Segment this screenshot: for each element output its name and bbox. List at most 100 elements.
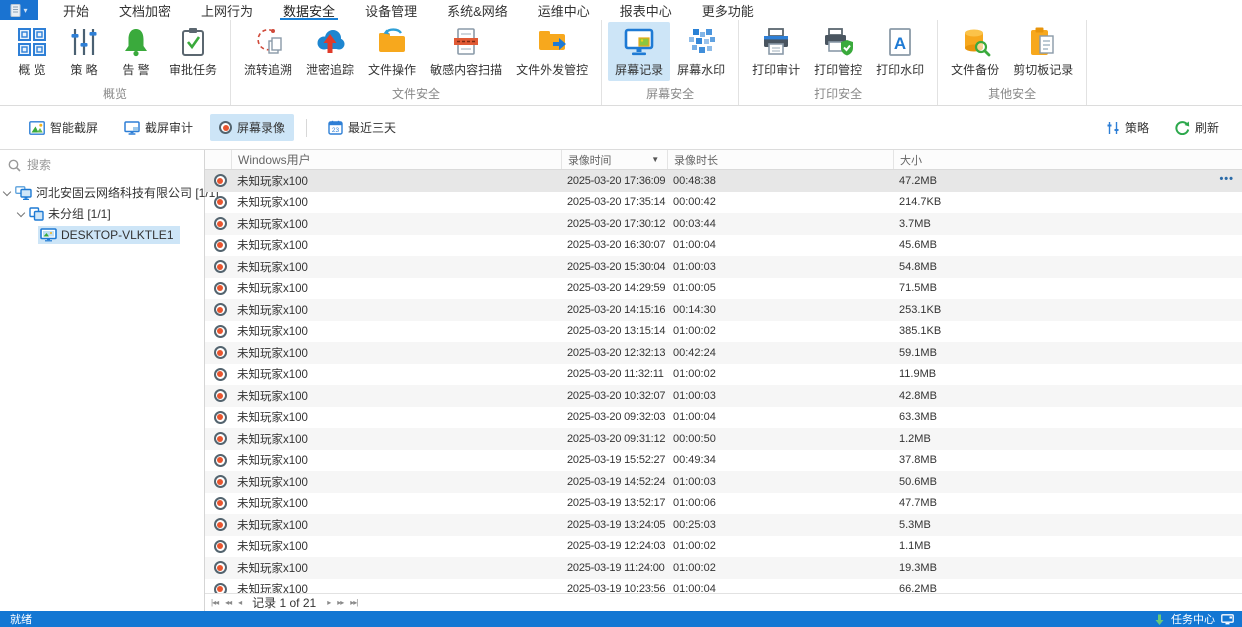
cell-size: 47.7MB: [899, 497, 937, 510]
monitor-record-icon: [624, 28, 654, 56]
table-row[interactable]: 未知玩家x100 2025-03-20 17:36:09 00:48:38 47.2M…: [205, 170, 1242, 192]
file-operation-button[interactable]: 文件操作: [361, 22, 423, 81]
record-icon: [205, 260, 231, 274]
refresh-button[interactable]: 刷新: [1166, 114, 1228, 141]
table-row[interactable]: 未知玩家x100 2025-03-19 12:24:03 01:00:02 1.1MB: [205, 536, 1242, 558]
sort-dropdown-icon[interactable]: ▼: [651, 155, 659, 164]
table-row[interactable]: 未知玩家x100 2025-03-19 15:52:27 00:49:34 37.8M…: [205, 450, 1242, 472]
tree-node-device[interactable]: DESKTOP-VLKTLE1: [0, 224, 204, 245]
taskbar-monitor-icon[interactable]: [1221, 613, 1234, 625]
cell-record-duration: 00:14:30: [673, 303, 716, 316]
cell-size: 71.5MB: [899, 282, 937, 295]
tab-5[interactable]: 系统&网络: [432, 0, 523, 20]
header-windows-user[interactable]: Windows用户: [231, 150, 561, 169]
ribbon-item-label: 告 警: [122, 63, 150, 77]
cell-windows-user: 未知玩家x100: [237, 498, 308, 511]
fast-next-button[interactable]: ▸▸: [337, 598, 344, 607]
file-backup-button[interactable]: 文件备份: [944, 22, 1006, 81]
tab-0[interactable]: 开始: [48, 0, 104, 20]
cell-windows-user: 未知玩家x100: [237, 304, 308, 317]
table-row[interactable]: 未知玩家x100 2025-03-20 15:30:04 01:00:03 54.8M…: [205, 256, 1242, 278]
policy-button[interactable]: 策 略: [58, 22, 110, 81]
cell-record-duration: 01:00:03: [673, 475, 716, 488]
approval-tasks-button[interactable]: 审批任务: [162, 22, 224, 81]
chevron-down-icon[interactable]: [16, 208, 26, 217]
cell-record-time: 2025-03-19 13:24:05: [567, 518, 666, 531]
status-bar: 就绪 任务中心: [0, 611, 1242, 627]
record-icon: [205, 453, 231, 467]
tree-node-label: 未分组 [1/1]: [48, 207, 111, 221]
tab-4[interactable]: 设备管理: [350, 0, 432, 20]
search-box[interactable]: [0, 150, 204, 178]
ribbon-group-other-security: 文件备份 剪切板记录 其他安全: [938, 20, 1088, 105]
table-row[interactable]: 未知玩家x100 2025-03-19 11:24:00 01:00:02 19.3M…: [205, 557, 1242, 579]
print-control-button[interactable]: 打印管控: [807, 22, 869, 81]
app-logo-icon: [10, 3, 21, 17]
cell-windows-user: 未知玩家x100: [237, 390, 308, 403]
table-row[interactable]: 未知玩家x100 2025-03-20 09:32:03 01:00:04 63.3M…: [205, 407, 1242, 429]
table-row[interactable]: 未知玩家x100 2025-03-19 14:52:24 01:00:03 50.6M…: [205, 471, 1242, 493]
screen-recording-button[interactable]: 屏幕录像: [210, 114, 295, 141]
sensitive-content-scan-button[interactable]: 敏感内容扫描: [423, 22, 509, 81]
table-row[interactable]: 未知玩家x100 2025-03-20 17:35:14 00:00:42 214.7…: [205, 192, 1242, 214]
prev-page-button[interactable]: ◂: [238, 598, 242, 607]
chevron-down-icon[interactable]: [2, 187, 12, 196]
table-row[interactable]: 未知玩家x100 2025-03-20 13:15:14 01:00:02 385.1…: [205, 321, 1242, 343]
table-row[interactable]: 未知玩家x100 2025-03-19 10:23:56 01:00:04 66.2M…: [205, 579, 1242, 593]
header-record-time[interactable]: 录像时间 ▼: [561, 150, 667, 169]
cell-windows-user: 未知玩家x100: [237, 347, 308, 360]
tab-8[interactable]: 更多功能: [687, 0, 769, 20]
capture-audit-button[interactable]: 截屏审计: [115, 114, 202, 141]
table-row[interactable]: 未知玩家x100 2025-03-20 11:32:11 01:00:02 11.9M…: [205, 364, 1242, 386]
toolbar-label: 刷新: [1194, 121, 1219, 135]
toolbar-label: 最近三天: [348, 121, 397, 135]
table-row[interactable]: 未知玩家x100 2025-03-20 16:30:07 01:00:04 45.6M…: [205, 235, 1242, 257]
task-center-button[interactable]: 任务中心: [1171, 611, 1215, 627]
screen-record-button[interactable]: 屏幕记录: [608, 22, 671, 81]
header-size[interactable]: 大小: [893, 150, 1242, 169]
table-row[interactable]: 未知玩家x100 2025-03-20 09:31:12 00:00:50 1.2MB: [205, 428, 1242, 450]
cell-record-duration: 01:00:02: [673, 540, 716, 553]
tab-3[interactable]: 数据安全: [268, 0, 350, 20]
cell-size: 1.1MB: [899, 540, 931, 553]
table-row[interactable]: 未知玩家x100 2025-03-20 14:29:59 01:00:05 71.5M…: [205, 278, 1242, 300]
ribbon-group-file-security: 流转追溯 泄密追踪 文件操作 敏感内容扫描 文件外发管控 文件安全: [231, 20, 603, 105]
tree-node-ungrouped[interactable]: 未分组 [1/1]: [0, 203, 204, 224]
recent-3days-button[interactable]: 23 最近三天: [319, 114, 405, 141]
table-row[interactable]: 未知玩家x100 2025-03-19 13:24:05 00:25:03 5.3MB: [205, 514, 1242, 536]
table-row[interactable]: 未知玩家x100 2025-03-20 14:15:16 00:14:30 253.1…: [205, 299, 1242, 321]
tab-6[interactable]: 运维中心: [523, 0, 605, 20]
leak-trace-button[interactable]: 泄密追踪: [299, 22, 361, 81]
app-menu-button[interactable]: ▾: [0, 0, 38, 20]
tree-node-company[interactable]: 河北安固云网络科技有限公司 [1/1]: [0, 182, 219, 203]
table-row[interactable]: 未知玩家x100 2025-03-20 12:32:13 00:42:24 59.1M…: [205, 342, 1242, 364]
next-page-button[interactable]: ▸: [327, 598, 331, 607]
table-row[interactable]: 未知玩家x100 2025-03-20 17:30:12 00:03:44 3.7MB: [205, 213, 1242, 235]
cell-size: 5.3MB: [899, 518, 931, 531]
search-input[interactable]: [27, 158, 177, 172]
overview-button[interactable]: 概 览: [6, 22, 58, 81]
clipboard-record-button[interactable]: 剪切板记录: [1006, 22, 1080, 81]
tab-7[interactable]: 报表中心: [605, 0, 687, 20]
last-page-button[interactable]: ▸▸|: [350, 598, 358, 607]
tab-2[interactable]: 上网行为: [186, 0, 268, 20]
sliders-icon: [71, 29, 97, 55]
policy-toolbar-button[interactable]: 策略: [1097, 114, 1158, 141]
ribbon-item-label: 屏幕水印: [677, 63, 726, 77]
table-row[interactable]: 未知玩家x100 2025-03-19 13:52:17 01:00:06 47.7M…: [205, 493, 1242, 515]
fast-prev-button[interactable]: ◂◂: [225, 598, 232, 607]
header-record-duration[interactable]: 录像时长: [667, 150, 893, 169]
tab-1[interactable]: 文档加密: [104, 0, 186, 20]
svg-text:23: 23: [332, 127, 340, 134]
table-row[interactable]: 未知玩家x100 2025-03-20 10:32:07 01:00:03 42.8M…: [205, 385, 1242, 407]
screen-watermark-button[interactable]: 屏幕水印: [670, 22, 732, 81]
file-outgoing-control-button[interactable]: 文件外发管控: [509, 22, 595, 81]
print-audit-button[interactable]: 打印审计: [745, 22, 807, 81]
smart-capture-button[interactable]: 智能截屏: [20, 114, 107, 141]
circulation-trace-button[interactable]: 流转追溯: [237, 22, 299, 81]
cell-record-time: 2025-03-19 12:24:03: [567, 540, 666, 553]
first-page-button[interactable]: |◂◂: [211, 598, 219, 607]
alert-button[interactable]: 告 警: [110, 22, 162, 81]
print-watermark-button[interactable]: A 打印水印: [869, 22, 931, 81]
row-more-button[interactable]: •••: [1219, 173, 1234, 185]
